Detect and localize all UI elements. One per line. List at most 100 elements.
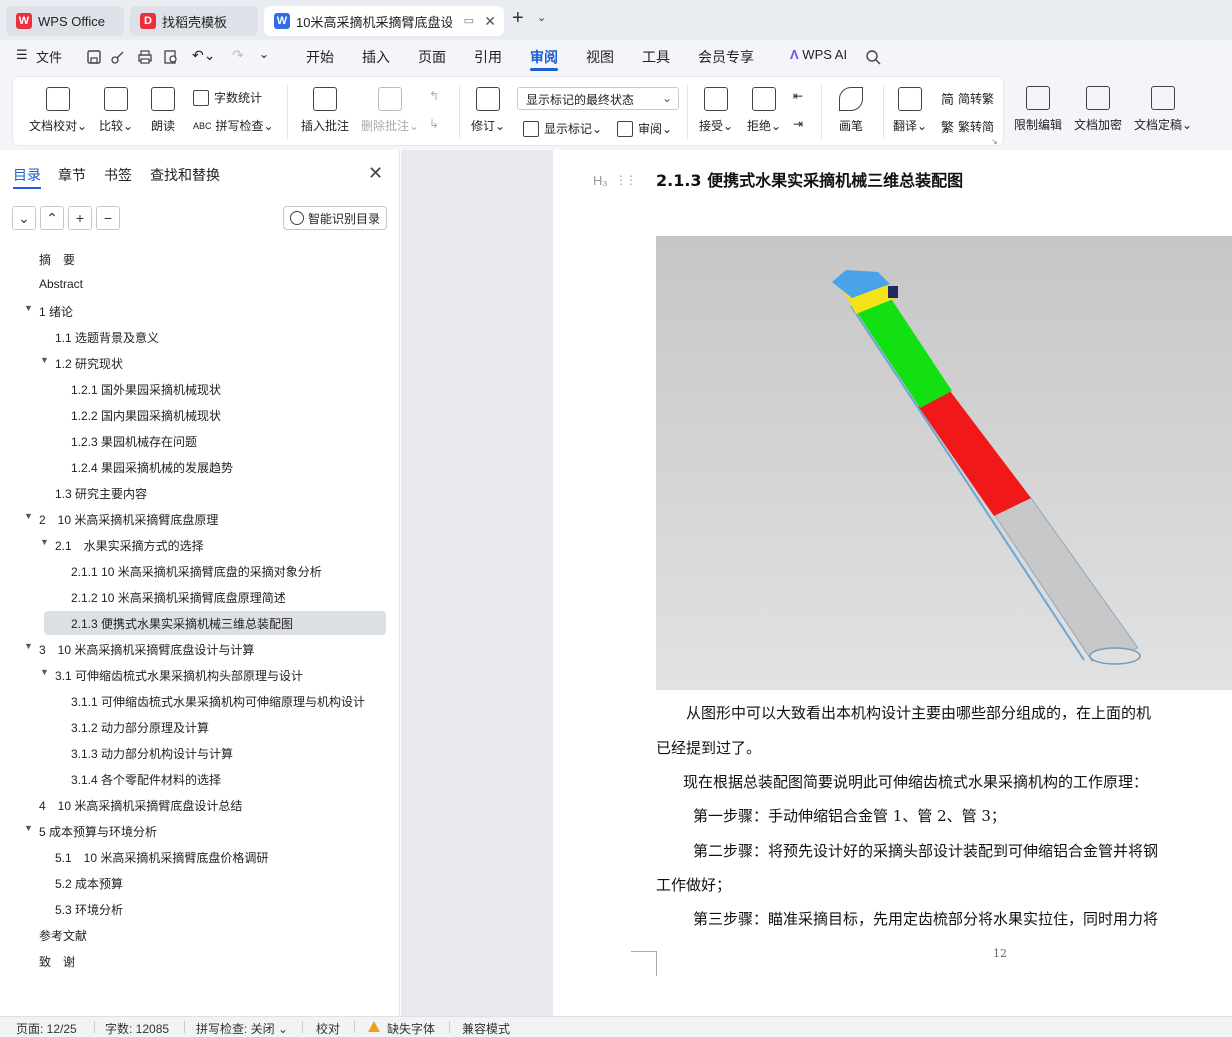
to-simplified-button[interactable]: 繁 繁转简 — [941, 117, 994, 136]
tab-document[interactable]: W 10米高采摘机采摘臂底盘设计 ▭ ✕ — [264, 6, 504, 36]
add-heading-button[interactable]: + — [68, 206, 92, 230]
toc-item[interactable]: 5.3 环境分析 — [0, 897, 400, 921]
word-count-button[interactable]: 字数统计 — [193, 89, 262, 106]
menu-tab-insert[interactable]: 插入 — [362, 47, 390, 67]
tab-wps-office[interactable]: W WPS Office — [6, 6, 124, 36]
tab-template[interactable]: D 找稻壳模板 — [130, 6, 258, 36]
menu-file[interactable]: 文件 — [36, 47, 62, 66]
print-icon[interactable] — [137, 49, 153, 65]
share-icon[interactable] — [110, 49, 126, 65]
reject-button[interactable]: 拒绝⌄ — [747, 87, 781, 134]
toc-item[interactable]: ▼ 1.2 研究现状 — [0, 351, 400, 375]
collapse-level-button[interactable]: ⌄ — [12, 206, 36, 230]
toc-item[interactable]: 1.1 选题背景及意义 — [0, 325, 400, 349]
expand-arrow-icon[interactable]: ▼ — [40, 355, 49, 365]
toc-item[interactable]: 2.1.2 10 米高采摘机采摘臂底盘原理简述 — [0, 585, 400, 609]
revise-button[interactable]: 修订⌄ — [471, 87, 505, 134]
proof-status[interactable]: 校对 — [316, 1020, 340, 1037]
nav-tab-toc[interactable]: 目录 — [13, 165, 41, 185]
remove-heading-button[interactable]: − — [96, 206, 120, 230]
doc-check-button[interactable]: 文档校对⌄ — [29, 87, 87, 134]
wps-ai-button[interactable]: Λ WPS AI — [790, 47, 847, 62]
word-count-indicator[interactable]: 字数: 12085 — [105, 1020, 169, 1037]
undo-icon[interactable]: ↶⌄ — [192, 47, 215, 64]
restrict-edit-button[interactable]: 限制编辑 — [1014, 86, 1062, 133]
page-indicator[interactable]: 页面: 12/25 — [16, 1020, 77, 1037]
toc-item[interactable]: 3.1.1 可伸缩齿梳式水果采摘机构可伸缩原理与机构设计 — [0, 689, 400, 713]
new-tab-button[interactable]: + — [512, 8, 524, 28]
spell-check-button[interactable]: ABC 拼写检查 ⌄ — [193, 117, 274, 134]
read-aloud-button[interactable]: 朗读 — [151, 87, 175, 134]
toc-item[interactable]: 3.1.3 动力部分机构设计与计算 — [0, 741, 400, 765]
markup-mode-select[interactable]: 显示标记的最终状态 ⌄ — [517, 87, 679, 110]
next-change-icon[interactable]: ⇥ — [793, 117, 803, 131]
toc-item[interactable]: ▼ 3 10 米高采摘机采摘臂底盘设计与计算 — [0, 637, 400, 661]
expand-arrow-icon[interactable]: ▼ — [40, 537, 49, 547]
accept-button[interactable]: 接受⌄ — [699, 87, 733, 134]
close-icon[interactable]: ✕ — [484, 13, 496, 30]
review-pane-button[interactable]: 审阅 ⌄ — [617, 120, 672, 137]
toc-item[interactable]: Abstract — [0, 273, 400, 297]
drag-handle-icon[interactable]: ⋮⋮ — [615, 173, 637, 187]
toc-item[interactable]: 摘 要 — [0, 247, 400, 271]
expand-arrow-icon[interactable]: ▼ — [24, 641, 33, 651]
hamburger-icon[interactable]: ☰ — [16, 47, 28, 63]
expand-level-button[interactable]: ⌃ — [40, 206, 64, 230]
toc-item[interactable]: 1.2.4 果园采摘机械的发展趋势 — [0, 455, 400, 479]
encrypt-button[interactable]: 文档加密 — [1074, 86, 1122, 133]
toc-item[interactable]: 1.2.2 国内果园采摘机械现状 — [0, 403, 400, 427]
menu-tab-reference[interactable]: 引用 — [474, 47, 502, 67]
menu-tab-view[interactable]: 视图 — [586, 47, 614, 67]
close-icon[interactable]: ✕ — [368, 163, 383, 184]
toc-item[interactable]: 2.1.1 10 米高采摘机采摘臂底盘的采摘对象分析 — [0, 559, 400, 583]
menu-tab-tools[interactable]: 工具 — [642, 47, 670, 67]
toc-item[interactable]: 2.1.3 便携式水果实采摘机械三维总装配图 — [0, 611, 400, 635]
menu-tab-page[interactable]: 页面 — [418, 47, 446, 67]
menu-tab-home[interactable]: 开始 — [306, 47, 334, 67]
nav-tab-bookmarks[interactable]: 书签 — [104, 165, 132, 185]
expand-arrow-icon[interactable]: ▼ — [40, 667, 49, 677]
toc-item[interactable]: 4 10 米高采摘机采摘臂底盘设计总结 — [0, 793, 400, 817]
finalize-button[interactable]: 文档定稿⌄ — [1134, 86, 1192, 133]
nav-tab-chapters[interactable]: 章节 — [58, 165, 86, 185]
toc-item[interactable]: 1.2.1 国外果园采摘机械现状 — [0, 377, 400, 401]
missing-font-status[interactable]: 缺失字体 — [387, 1020, 435, 1037]
spell-check-status[interactable]: 拼写检查: 关闭 ⌄ — [196, 1020, 288, 1037]
toc-item[interactable]: 1.3 研究主要内容 — [0, 481, 400, 505]
toc-item[interactable]: 1.2.3 果园机械存在问题 — [0, 429, 400, 453]
toc-item[interactable]: ▼ 1 绪论 — [0, 299, 400, 323]
toc-item[interactable]: 5.1 10 米高采摘机采摘臂底盘价格调研 — [0, 845, 400, 869]
toc-item[interactable]: 5.2 成本预算 — [0, 871, 400, 895]
toc-item[interactable]: ▼ 2.1 水果实采摘方式的选择 — [0, 533, 400, 557]
toc-item[interactable]: ▼ 2 10 米高采摘机采摘臂底盘原理 — [0, 507, 400, 531]
search-icon[interactable] — [865, 49, 881, 65]
toc-item[interactable]: 致 谢 — [0, 949, 400, 973]
toc-item-label: 1.2 研究现状 — [55, 357, 124, 371]
toc-item[interactable]: 3.1.2 动力部分原理及计算 — [0, 715, 400, 739]
smart-toc-button[interactable]: 智能识别目录 — [283, 206, 387, 230]
toc-item[interactable]: 3.1.4 各个零配件材料的选择 — [0, 767, 400, 791]
expand-arrow-icon[interactable]: ▼ — [24, 511, 33, 521]
save-icon[interactable] — [86, 49, 102, 65]
prev-change-icon[interactable]: ⇤ — [793, 89, 803, 103]
expand-arrow-icon[interactable]: ▼ — [24, 303, 33, 313]
chevron-down-icon[interactable]: ⌄ — [259, 47, 269, 61]
document-page[interactable]: H₃ ⋮⋮ 2.1.3 便携式水果实采摘机械三维总装配图 从图形中可以大致看出本… — [553, 150, 1232, 1016]
chevron-down-icon[interactable]: ⌄ — [537, 11, 546, 24]
toc-item[interactable]: 参考文献 — [0, 923, 400, 947]
expand-arrow-icon[interactable]: ▼ — [24, 823, 33, 833]
compare-button[interactable]: 比较⌄ — [99, 87, 133, 134]
nav-tab-find-replace[interactable]: 查找和替换 — [150, 165, 220, 185]
translate-button[interactable]: 翻译⌄ — [893, 87, 927, 134]
insert-comment-button[interactable]: 插入批注 — [301, 87, 349, 134]
assembly-figure[interactable] — [656, 236, 1232, 690]
menu-tab-review[interactable]: 审阅 — [530, 47, 558, 67]
toc-item[interactable]: ▼ 3.1 可伸缩齿梳式水果采摘机构头部原理与设计 — [0, 663, 400, 687]
dialog-launcher-icon[interactable]: ↘ — [991, 137, 998, 146]
pen-button[interactable]: 画笔 — [839, 87, 863, 134]
toc-item[interactable]: ▼ 5 成本预算与环境分析 — [0, 819, 400, 843]
to-traditional-button[interactable]: 简 简转繁 — [941, 89, 994, 108]
show-markup-button[interactable]: 显示标记 ⌄ — [523, 120, 602, 137]
print-preview-icon[interactable] — [163, 49, 179, 65]
menu-tab-member[interactable]: 会员专享 — [698, 47, 754, 67]
